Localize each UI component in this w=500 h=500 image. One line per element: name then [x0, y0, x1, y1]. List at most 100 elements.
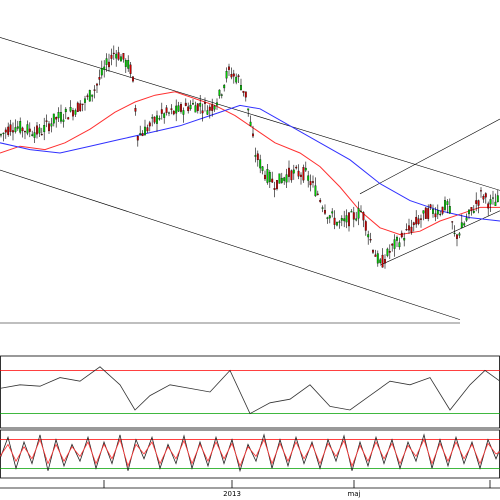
candle	[424, 206, 427, 219]
candle	[40, 127, 43, 136]
candle	[52, 113, 55, 127]
candle	[45, 114, 48, 128]
time-axis-label: 2013	[223, 490, 241, 498]
candle	[64, 107, 67, 119]
candle	[175, 99, 178, 122]
candle	[244, 91, 247, 102]
candle	[412, 221, 415, 232]
candle	[220, 93, 223, 99]
oscillator-2-line-1	[0, 433, 500, 473]
candle	[168, 111, 170, 117]
candle	[242, 90, 245, 97]
candle	[122, 53, 125, 63]
candle	[489, 194, 492, 213]
candle	[451, 221, 454, 230]
candle	[79, 100, 82, 112]
candle	[312, 175, 314, 188]
candle	[225, 67, 228, 83]
candle	[88, 89, 91, 102]
candle	[487, 201, 490, 216]
candle	[309, 174, 312, 192]
candle	[26, 120, 29, 136]
candle	[314, 177, 317, 197]
candle	[235, 73, 238, 85]
candle	[477, 199, 480, 214]
candle	[268, 170, 271, 188]
candle	[204, 97, 206, 112]
candle	[357, 201, 360, 226]
candle	[115, 50, 118, 67]
candle	[2, 132, 5, 142]
candle	[328, 214, 331, 224]
candle	[324, 204, 326, 215]
candle	[374, 249, 377, 257]
candle	[74, 108, 77, 117]
candle	[124, 58, 127, 73]
candle	[160, 102, 163, 120]
candle	[81, 103, 84, 112]
candle	[381, 248, 384, 268]
candle	[403, 232, 406, 247]
candle	[292, 164, 295, 180]
candle	[369, 232, 372, 243]
time-axis-label: maj	[347, 490, 360, 498]
candle	[355, 211, 358, 222]
candle	[264, 170, 266, 181]
candle	[218, 89, 221, 99]
candle	[146, 124, 149, 133]
candle	[494, 193, 497, 206]
candle	[273, 181, 276, 198]
candle	[36, 122, 38, 139]
candle	[496, 189, 499, 203]
candle	[300, 172, 302, 185]
candle	[331, 208, 334, 218]
candle	[249, 115, 252, 127]
candle	[194, 101, 197, 113]
candle	[283, 176, 286, 185]
candle	[319, 198, 322, 204]
candle	[153, 116, 156, 125]
candle	[28, 122, 31, 138]
candle	[256, 150, 259, 167]
candle	[304, 161, 307, 172]
candle	[192, 99, 194, 106]
candle	[163, 112, 166, 124]
candle	[345, 209, 348, 229]
candle	[360, 205, 362, 213]
candle	[182, 107, 185, 123]
candle	[408, 218, 410, 234]
candle	[38, 124, 41, 138]
trendline-2	[0, 169, 461, 320]
candle	[391, 243, 394, 252]
candle	[297, 164, 300, 180]
candle	[482, 194, 485, 203]
candle	[439, 210, 442, 217]
oscillator-2-line-2	[0, 438, 500, 468]
candle	[367, 230, 370, 245]
candle	[388, 244, 391, 259]
candle	[379, 257, 382, 265]
candle	[352, 206, 355, 228]
candle	[86, 93, 89, 100]
candle	[57, 107, 60, 122]
candle	[364, 219, 367, 236]
candle	[429, 203, 432, 211]
candle	[446, 199, 449, 214]
candle	[336, 221, 338, 227]
candle	[187, 102, 190, 114]
candle	[405, 223, 408, 231]
candle	[67, 116, 70, 120]
candle	[302, 164, 305, 183]
candle	[7, 122, 10, 137]
candle	[48, 120, 50, 134]
candle	[441, 206, 444, 216]
candle	[316, 190, 319, 196]
candle	[259, 154, 262, 174]
candle	[240, 78, 242, 91]
candle	[247, 108, 250, 117]
candle	[290, 169, 293, 183]
candle	[338, 220, 341, 229]
candle	[470, 207, 473, 216]
candle	[69, 100, 72, 113]
candle	[91, 94, 94, 102]
